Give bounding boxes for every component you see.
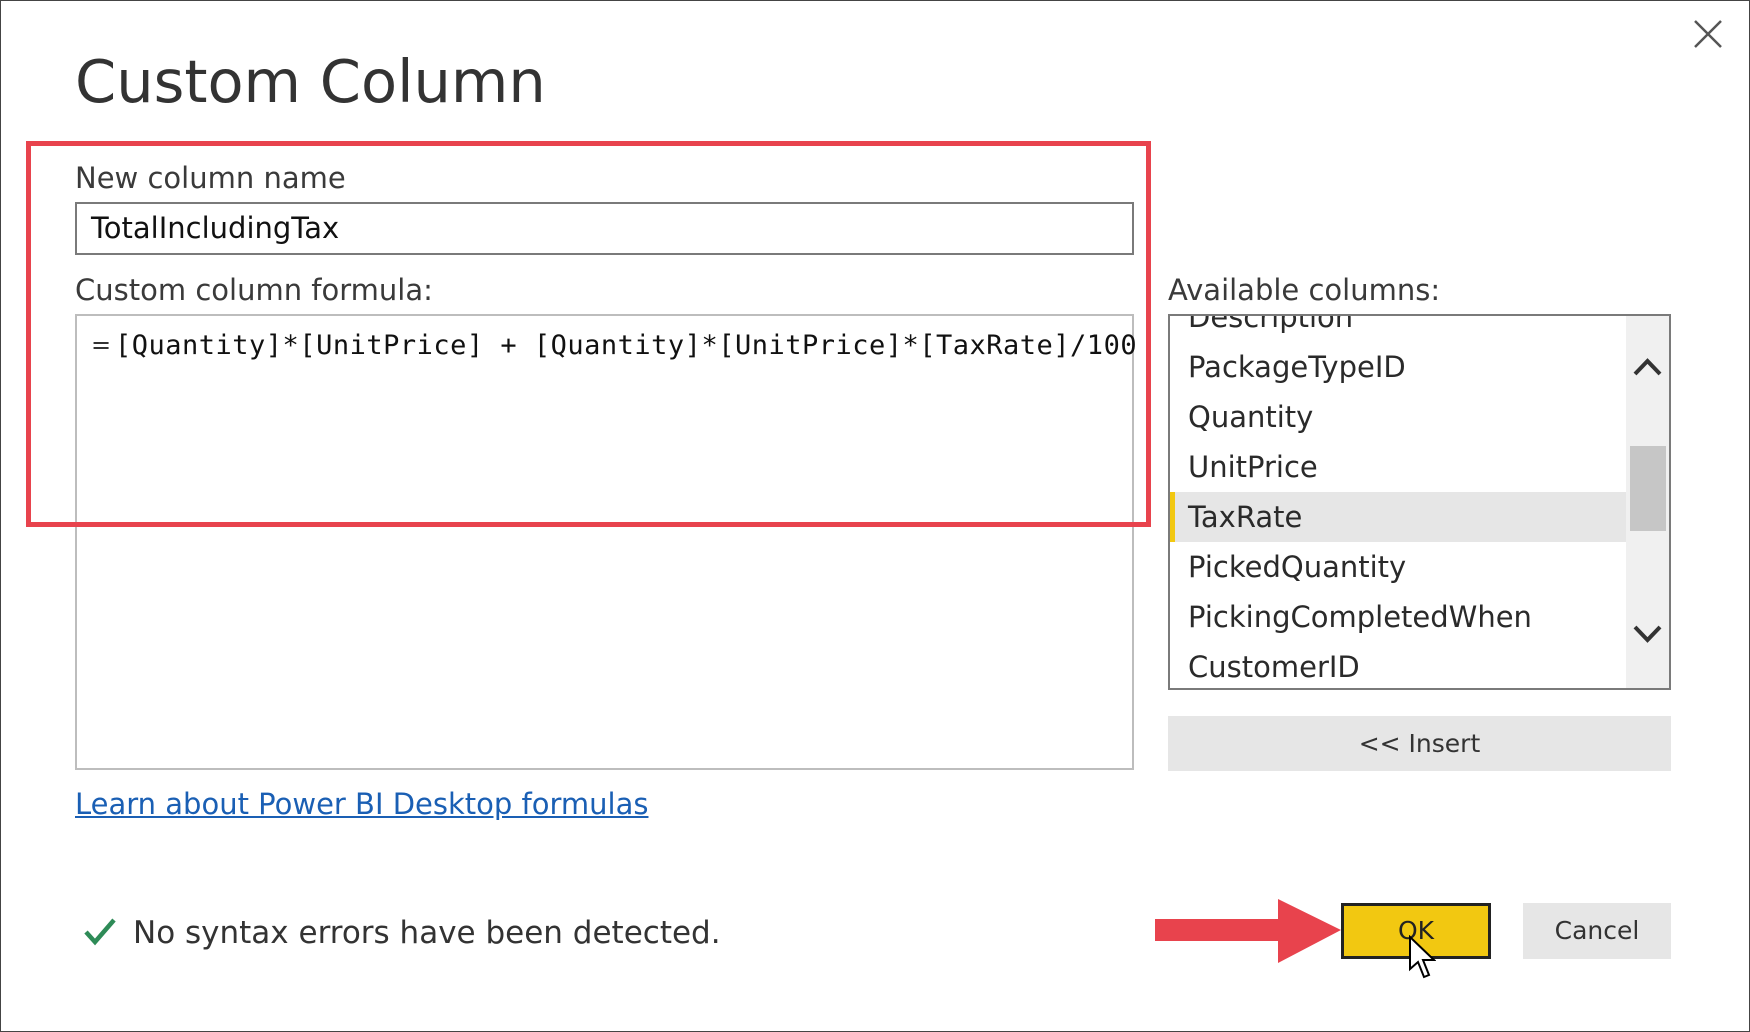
scroll-down-button[interactable] — [1630, 616, 1665, 651]
column-item[interactable]: CustomerID — [1170, 642, 1626, 688]
insert-button[interactable]: << Insert — [1168, 716, 1671, 771]
column-item[interactable]: PickedQuantity — [1170, 542, 1626, 592]
formula-equals-sign: = — [91, 331, 112, 359]
checkmark-icon — [83, 915, 117, 949]
learn-formulas-link[interactable]: Learn about Power BI Desktop formulas — [75, 787, 648, 821]
custom-column-dialog: Custom Column New column name TotalInclu… — [0, 0, 1750, 1032]
column-item[interactable]: PickingCompletedWhen — [1170, 592, 1626, 642]
chevron-up-icon — [1633, 358, 1662, 376]
syntax-status-text: No syntax errors have been detected. — [133, 915, 721, 951]
formula-editor[interactable]: = [Quantity]*[UnitPrice] + [Quantity]*[U… — [75, 314, 1137, 770]
available-columns-list[interactable]: Description PackageTypeID Quantity UnitPric… — [1168, 314, 1671, 690]
chevron-down-icon — [1633, 625, 1662, 643]
close-icon — [1694, 20, 1722, 48]
dialog-title: Custom Column — [75, 47, 546, 116]
column-item[interactable]: UnitPrice — [1170, 442, 1626, 492]
available-columns-items: Description PackageTypeID Quantity UnitPric… — [1170, 316, 1626, 688]
columns-scrollbar[interactable] — [1626, 316, 1669, 688]
cancel-button[interactable]: Cancel — [1523, 903, 1671, 959]
formula-text[interactable]: [Quantity]*[UnitPrice] + [Quantity]*[Uni… — [115, 330, 1137, 361]
available-columns-label: Available columns: — [1168, 273, 1441, 307]
scroll-thumb[interactable] — [1630, 446, 1666, 531]
new-column-name-label: New column name — [75, 161, 346, 195]
formula-label: Custom column formula: — [75, 273, 433, 307]
new-column-name-input[interactable]: TotalIncludingTax — [75, 202, 1134, 255]
column-item[interactable]: Description — [1170, 316, 1626, 342]
scroll-up-button[interactable] — [1630, 350, 1665, 385]
column-item[interactable]: Quantity — [1170, 392, 1626, 442]
mouse-pointer-icon — [1409, 935, 1436, 979]
annotation-arrow-icon — [1155, 899, 1341, 963]
column-item[interactable]: TaxRate — [1170, 492, 1626, 542]
column-item[interactable]: PackageTypeID — [1170, 342, 1626, 392]
close-button[interactable] — [1691, 17, 1725, 51]
